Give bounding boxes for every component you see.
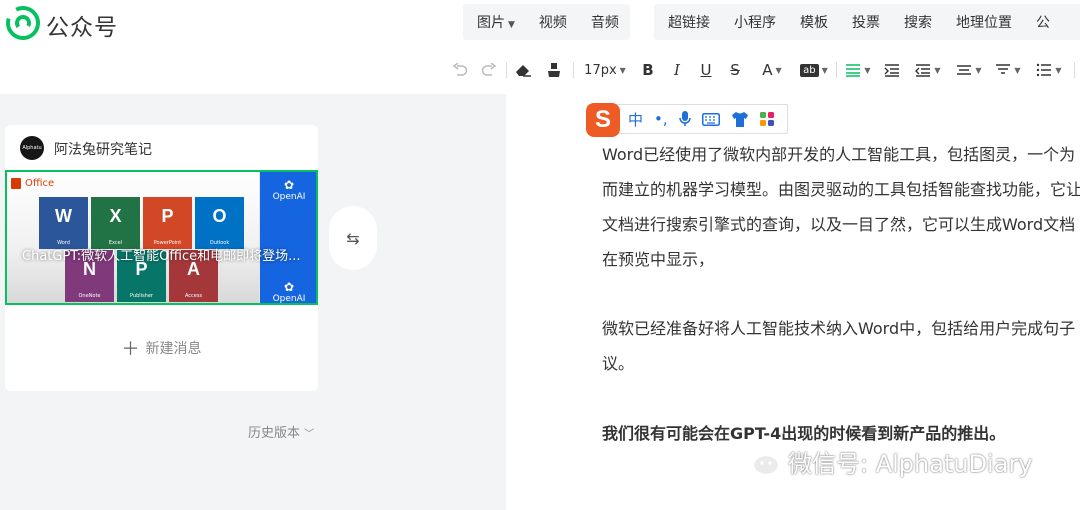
line-height-icon[interactable]: ▼	[954, 60, 984, 80]
background-color-icon[interactable]: ab ▼	[796, 60, 832, 80]
insert-template-button[interactable]: 模板	[788, 12, 840, 32]
eraser-icon[interactable]	[513, 60, 533, 80]
highlight-swatch: ab	[800, 63, 819, 77]
format-painter-icon[interactable]	[544, 60, 564, 80]
ime-punctuation-toggle[interactable]: •,	[654, 110, 668, 128]
history-versions-button[interactable]: 历史版本 ﹀	[248, 422, 314, 441]
avatar: Alphatu	[20, 136, 44, 160]
chevron-down-icon: ▼	[775, 65, 782, 75]
microphone-icon[interactable]	[678, 111, 691, 127]
article-list-panel: Alphatu 阿法兔研究笔记 Office W Word X Excel P Pow…	[0, 94, 506, 510]
line-indent-icon[interactable]: ▼	[913, 60, 943, 80]
paragraph-line: 文档进行搜索引擎式的查询，以及一目了然，它可以生成Word文档	[602, 215, 1076, 234]
word-tile: W Word	[39, 197, 88, 249]
brand-name: 公众号	[46, 15, 118, 41]
insert-more-group: 超链接 小程序 模板 投票 搜索 地理位置 公	[654, 4, 1080, 40]
chevron-down-icon: ﹀	[304, 429, 315, 440]
excel-tile: X Excel	[91, 197, 140, 249]
strikethrough-icon[interactable]: S	[727, 60, 743, 80]
italic-icon[interactable]: I	[669, 60, 685, 80]
insert-media-group: 图片 ▼ 视频 音频	[463, 4, 630, 40]
top-header: 公众号 图片 ▼ 视频 音频 超链接 小程序 模板 投票 搜索 地理位置 公	[0, 0, 1080, 46]
wechat-watermark-icon	[736, 444, 781, 477]
chevron-down-icon: ▼	[934, 65, 941, 75]
chevron-down-icon: ▼	[864, 65, 871, 75]
plus-icon: ＋	[121, 339, 140, 360]
paragraph-line-bold: 我们很有可能会在GPT-4出现的时候看到新产品的推出。	[602, 424, 1006, 443]
paragraph-line: 微软已经准备好将人工智能技术纳入Word中，包括给用户完成句子	[602, 319, 1076, 338]
insert-location-button[interactable]: 地理位置	[944, 12, 1024, 32]
paragraph-line: 在预览中显示，	[602, 250, 715, 269]
skin-shirt-icon[interactable]	[731, 111, 749, 127]
redo-icon[interactable]	[480, 60, 498, 80]
chevron-down-icon: ▼	[1014, 65, 1021, 75]
article-title: ChatGPT:微软人工智能Office和电邮即将登场...	[22, 249, 301, 264]
chevron-down-icon: ▼	[975, 65, 982, 75]
font-size-select[interactable]: 17px ▼	[582, 60, 628, 80]
insert-hyperlink-button[interactable]: 超链接	[656, 12, 722, 32]
insert-audio-button[interactable]: 音频	[579, 12, 631, 32]
article-card: Alphatu 阿法兔研究笔记 Office W Word X Excel P Pow…	[5, 125, 318, 391]
paragraph-line: Word已经使用了微软内部开发的人工智能工具，包括图灵，一个为	[602, 145, 1076, 164]
paragraph-spacing-icon[interactable]: ▼	[993, 60, 1023, 80]
indent-icon[interactable]	[883, 60, 901, 80]
chevron-down-icon: ▼	[821, 65, 828, 75]
insert-video-button[interactable]: 视频	[527, 12, 579, 32]
toolbar-divider	[573, 62, 574, 78]
insert-search-button[interactable]: 搜索	[892, 12, 944, 32]
account-name: 阿法兔研究笔记	[54, 142, 152, 158]
office-cover-image: Office W Word X Excel P PowerPoint O Outlook…	[7, 172, 259, 303]
new-message-button[interactable]: ＋新建消息	[5, 335, 318, 361]
bold-icon[interactable]: B	[640, 60, 656, 80]
toolbox-grid-icon[interactable]	[759, 112, 774, 126]
toolbar-divider	[506, 62, 507, 78]
undo-icon[interactable]	[451, 60, 469, 80]
wechat-official-logo-icon	[6, 6, 40, 40]
list-icon[interactable]: ▼	[1034, 60, 1064, 80]
format-toolbar: 17px ▼ B I U S A ▼ ab ▼ ▼ ▼ ▼ ▼ ▼	[0, 46, 1080, 94]
sogou-logo-icon[interactable]: S	[586, 103, 620, 137]
watermark: 微信号: AlphatuDiary	[736, 443, 1033, 479]
toolbar-divider	[836, 62, 837, 78]
powerpoint-tile: P PowerPoint	[143, 197, 192, 249]
openai-logo-icon: ✿	[283, 280, 295, 294]
openai-cover-image: ✿ OpenAI ✿ OpenAI	[260, 172, 316, 303]
insert-more-button[interactable]: 公	[1024, 12, 1062, 32]
office-logo: Office	[11, 178, 54, 189]
paragraph-line: 而建立的机器学习模型。由图灵驱动的工具包括智能查找功能，它让	[602, 180, 1080, 199]
insert-miniprogram-button[interactable]: 小程序	[722, 12, 788, 32]
paragraph-line: 议。	[602, 354, 635, 373]
insert-image-button[interactable]: 图片 ▼	[465, 12, 527, 32]
outlook-tile: O Outlook	[195, 197, 244, 249]
underline-icon[interactable]: U	[698, 60, 714, 80]
swap-arrows-icon: ⇆	[346, 228, 360, 248]
ime-mode-toggle[interactable]: 中	[628, 109, 643, 130]
swap-button[interactable]: ⇆	[329, 206, 377, 270]
font-color-icon[interactable]: A ▼	[758, 60, 786, 80]
openai-logo-icon: ✿	[283, 178, 295, 192]
article-cover-item[interactable]: Office W Word X Excel P PowerPoint O Outlook…	[5, 170, 318, 305]
ime-toolbar: S 中 •,	[586, 103, 788, 137]
keyboard-icon[interactable]	[701, 112, 720, 126]
chevron-down-icon: ▼	[508, 20, 515, 30]
office-logo-icon	[11, 178, 21, 189]
toolbar-divider	[1074, 62, 1075, 78]
align-left-icon[interactable]: ▼	[843, 60, 873, 80]
insert-vote-button[interactable]: 投票	[840, 12, 892, 32]
chevron-down-icon: ▼	[1055, 65, 1062, 75]
chevron-down-icon: ▼	[619, 65, 626, 75]
